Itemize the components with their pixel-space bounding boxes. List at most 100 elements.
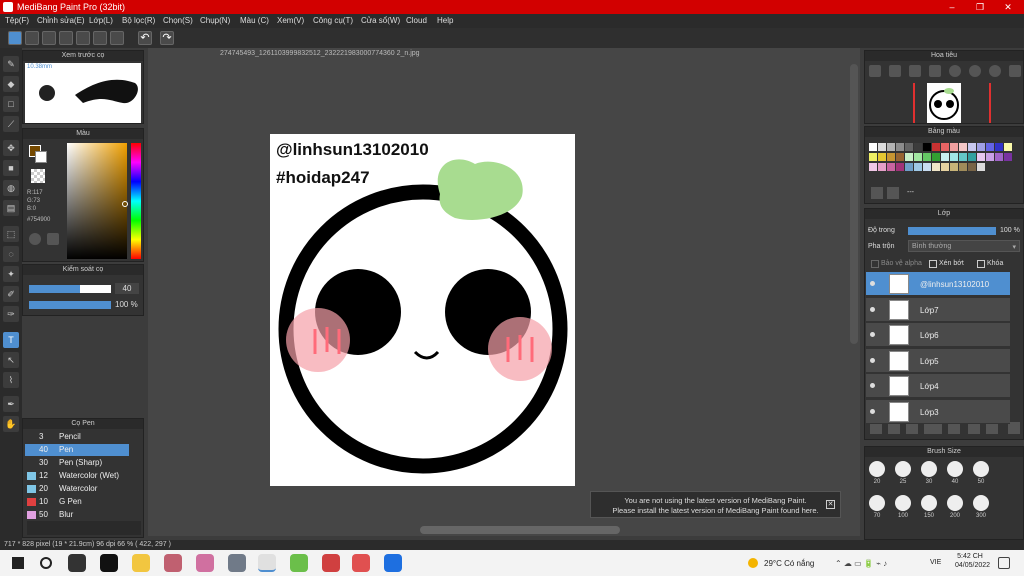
duplicate-layer-icon[interactable] — [968, 422, 980, 434]
page-icon[interactable] — [93, 31, 107, 45]
palette-swatch[interactable] — [923, 163, 931, 171]
menu-filter[interactable]: Bộ lọc(R) — [122, 16, 155, 25]
brush-size-preset[interactable] — [947, 461, 963, 477]
new-folder-layer-icon[interactable] — [906, 422, 918, 434]
drawing-canvas[interactable]: @linhsun13102010 #hoidap247 — [270, 134, 575, 486]
task-view-icon[interactable] — [68, 554, 86, 572]
palette-swatch[interactable] — [878, 143, 886, 151]
grid-icon[interactable] — [76, 31, 90, 45]
capcut-icon[interactable] — [100, 554, 118, 572]
palette-swatch[interactable] — [995, 143, 1003, 151]
palette-swatch[interactable] — [878, 153, 886, 161]
palette-swatch[interactable] — [914, 153, 922, 161]
palette-swatch[interactable] — [905, 143, 913, 151]
menu-tools[interactable]: Công cụ(T) — [313, 16, 353, 25]
brush-size-preset[interactable] — [947, 495, 963, 511]
palette-swatch[interactable] — [869, 153, 877, 161]
blend-mode-select[interactable]: Bình thường ▾ — [908, 240, 1020, 252]
menu-select[interactable]: Chọn(S) — [163, 16, 193, 25]
layer-item[interactable]: Lớp5 — [866, 348, 1010, 373]
palette-swatches[interactable] — [867, 141, 1013, 177]
language-indicator[interactable]: VIE — [930, 559, 941, 566]
minimize-button[interactable]: – — [938, 0, 966, 14]
palette-swatch[interactable] — [923, 153, 931, 161]
weather-text[interactable]: 29°C Có nắng — [764, 559, 814, 568]
menu-help[interactable]: Help — [437, 16, 453, 25]
palette-swatch[interactable] — [968, 163, 976, 171]
palette-swatch[interactable] — [995, 153, 1003, 161]
palette-swatch[interactable] — [968, 143, 976, 151]
palette-swatch[interactable] — [932, 153, 940, 161]
hand-tool-icon[interactable]: ✋ — [3, 416, 19, 432]
brush-size-preset[interactable] — [869, 495, 885, 511]
clock[interactable]: 5:42 CH 04/05/2022 — [955, 553, 990, 569]
brush-opacity-slider[interactable] — [29, 301, 111, 309]
text-tool-icon[interactable]: T — [3, 332, 19, 348]
brush-list-item[interactable]: 20 Watercolor — [25, 483, 129, 495]
transparent-swatch[interactable] — [31, 169, 45, 183]
palette-swatch[interactable] — [932, 163, 940, 171]
brush-size-slider[interactable] — [29, 285, 111, 293]
chrome-profile-icon[interactable] — [322, 554, 340, 572]
game-icon[interactable] — [164, 554, 182, 572]
eye-icon[interactable] — [870, 408, 875, 414]
palette-swatch[interactable] — [977, 143, 985, 151]
select-eraser-tool-icon[interactable]: ✑ — [3, 306, 19, 322]
search-icon[interactable] — [40, 557, 52, 569]
eye-icon[interactable] — [870, 332, 875, 337]
brush-size-preset[interactable] — [895, 495, 911, 511]
brush-size-preset[interactable] — [895, 461, 911, 477]
menu-capture[interactable]: Chụp(N) — [200, 16, 230, 25]
clipping-checkbox[interactable] — [929, 260, 937, 268]
saturation-value-picker[interactable] — [67, 143, 127, 259]
pen-tool-icon[interactable]: ✒ — [3, 396, 19, 412]
palette-add-icon[interactable] — [871, 187, 883, 199]
menu-file[interactable]: Tệp(F) — [5, 16, 29, 25]
panel-icon[interactable] — [59, 31, 73, 45]
brush-list-item[interactable]: 10 G Pen — [25, 496, 129, 508]
brush-size-preset[interactable] — [921, 495, 937, 511]
lasso-tool-icon[interactable]: ◌ — [3, 246, 19, 262]
palette-swatch[interactable] — [1004, 153, 1012, 161]
palette-swatch[interactable] — [950, 163, 958, 171]
windows-start-icon[interactable] — [12, 557, 24, 569]
palette-swatch[interactable] — [887, 153, 895, 161]
brush-list-item[interactable]: 12 Watercolor (Wet) — [25, 470, 129, 482]
palette-swatch[interactable] — [941, 163, 949, 171]
palette-swatch[interactable] — [905, 153, 913, 161]
palette-swatch[interactable] — [959, 153, 967, 161]
palette-swatch[interactable] — [950, 143, 958, 151]
brush-size-preset[interactable] — [921, 461, 937, 477]
brush-size-preset[interactable] — [973, 495, 989, 511]
eye-icon[interactable] — [870, 383, 875, 388]
layer-item[interactable]: Lớp7 — [866, 297, 1010, 322]
brush-list-item[interactable]: 30 Pen (Sharp) — [25, 457, 129, 469]
list-icon[interactable] — [110, 31, 124, 45]
color-picker-cursor[interactable] — [122, 201, 128, 207]
palette-swatch[interactable] — [923, 143, 931, 151]
brush-size-value[interactable]: 40 — [115, 283, 139, 294]
chrome-profile2-icon[interactable] — [352, 554, 370, 572]
camera-icon[interactable] — [228, 554, 246, 572]
palette-swatch[interactable] — [977, 163, 985, 171]
brush-list-item[interactable]: 50 Blur — [25, 509, 129, 521]
actual-size-icon[interactable] — [929, 65, 941, 77]
select-pen-tool-icon[interactable]: ✐ — [3, 286, 19, 302]
palette-swatch[interactable] — [878, 163, 886, 171]
comment-icon[interactable] — [42, 31, 56, 45]
palette-swatch[interactable] — [869, 163, 877, 171]
menu-edit[interactable]: Chỉnh sửa(E) — [37, 16, 85, 25]
palette-swatch[interactable] — [896, 153, 904, 161]
close-button[interactable]: ✕ — [994, 0, 1022, 14]
eyedropper-tool-icon[interactable]: ⌇ — [3, 372, 19, 388]
brush-size-preset[interactable] — [973, 461, 989, 477]
palette-swatch[interactable] — [914, 163, 922, 171]
zoom-in-icon[interactable] — [869, 65, 881, 77]
operation-tool-icon[interactable]: ↖ — [3, 352, 19, 368]
update-notification[interactable]: You are not using the latest version of … — [590, 491, 841, 518]
rotate-right-icon[interactable] — [989, 65, 1001, 77]
magic-wand-tool-icon[interactable]: ✦ — [3, 266, 19, 282]
palette-swatch[interactable] — [896, 163, 904, 171]
palette-delete-icon[interactable] — [887, 187, 899, 199]
menu-cloud[interactable]: Cloud — [406, 16, 427, 25]
